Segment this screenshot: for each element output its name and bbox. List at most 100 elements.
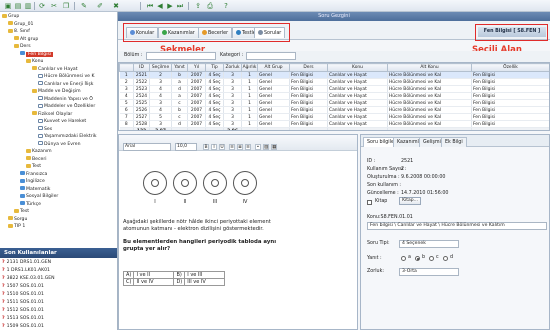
recent-item[interactable]: ? 1509 SOS.01.01 bbox=[2, 323, 44, 330]
tree-node[interactable]: 8. Sınıf bbox=[8, 28, 30, 35]
recent-item[interactable]: ? 3822 KSE.03.01.GEN bbox=[2, 275, 55, 283]
table-row[interactable]: 6 2526 4 b 2007 4 Seç 3 1 Genel Fen Bilgisi Canlıl… bbox=[119, 106, 549, 114]
tree-node[interactable]: Grup bbox=[2, 13, 19, 20]
tree-node[interactable]: Test bbox=[14, 208, 29, 215]
tree-node[interactable]: Kuvvet ve Hareket bbox=[38, 118, 86, 125]
tool-icon[interactable]: ✎ bbox=[80, 2, 88, 10]
column-header[interactable]: Seçilme bbox=[149, 63, 172, 72]
recent-item[interactable]: ? 1511 SOS.01.01 bbox=[2, 299, 44, 307]
copy-icon[interactable]: ❐ bbox=[62, 2, 70, 10]
yanit-radio-a[interactable] bbox=[401, 256, 406, 261]
list-icon[interactable]: • bbox=[255, 144, 261, 150]
yanit-radio-b[interactable] bbox=[415, 256, 420, 261]
previous-record-icon[interactable]: ◀ bbox=[156, 2, 164, 10]
save-icon[interactable]: ▥ bbox=[24, 2, 32, 10]
tree-node[interactable]: Hücre Bölünmesi ve K bbox=[38, 73, 94, 80]
tree-node[interactable]: Maddeler ve Özellikler bbox=[38, 103, 95, 110]
column-header[interactable]: Yanıt bbox=[171, 63, 188, 72]
next-record-icon[interactable]: ▶ bbox=[166, 2, 174, 10]
recent-item[interactable]: ? 2131 DRS1.01.GEN bbox=[2, 259, 51, 267]
table-row[interactable]: 3 2523 4 d 2007 4 Seç 3 1 Genel Fen Bilgisi Canlıl… bbox=[119, 85, 549, 93]
tree-node[interactable]: Beceri bbox=[26, 156, 47, 163]
cut-icon[interactable]: ✂ bbox=[50, 2, 58, 10]
column-header[interactable]: Zorluk bbox=[223, 63, 242, 72]
tree-node[interactable]: Ses bbox=[38, 126, 52, 133]
tree-node[interactable]: Canlılar ve Hayat bbox=[32, 66, 78, 73]
align-right-icon[interactable]: ≡ bbox=[245, 144, 251, 150]
print-icon[interactable]: ⎙ bbox=[206, 2, 214, 10]
tree-node-label: Konu bbox=[32, 59, 44, 64]
table-row[interactable]: 2 2522 3 a 2007 4 Seç 3 1 Genel Fen Bilgisi Canlıl… bbox=[119, 78, 549, 86]
filter-bar: Bölüm : Kategori : bbox=[118, 51, 550, 62]
tree-node[interactable]: Dünya ve Evren bbox=[38, 141, 81, 148]
align-left-icon[interactable]: ≡ bbox=[229, 144, 235, 150]
italic-icon[interactable]: I bbox=[211, 144, 217, 150]
tree-node[interactable]: Türkçe bbox=[20, 201, 41, 208]
tab-ek-bilgi[interactable]: Ek Bilgi bbox=[441, 137, 467, 147]
column-header[interactable]: Konu bbox=[327, 63, 388, 72]
refresh-icon[interactable]: ⟳ bbox=[38, 2, 46, 10]
font-size-select[interactable]: 10,0 bbox=[175, 143, 197, 151]
tree-node[interactable]: Kazanım bbox=[26, 148, 52, 155]
column-header[interactable] bbox=[119, 63, 134, 72]
underline-icon[interactable]: U bbox=[219, 144, 225, 150]
tree-node[interactable]: Fiziksel Olaylar bbox=[32, 111, 72, 118]
first-record-icon[interactable]: ⏮ bbox=[146, 2, 154, 10]
font-select[interactable]: Arial bbox=[123, 143, 171, 151]
column-header[interactable]: Yıl bbox=[187, 63, 206, 72]
tree-node[interactable]: Sorgu bbox=[8, 216, 27, 223]
tree-node[interactable]: İngilizce bbox=[20, 178, 45, 185]
table-row[interactable]: 8 2528 3 d 2007 4 Seç 3 1 Genel Fen Bilgisi Canlıl… bbox=[119, 120, 549, 128]
table-row[interactable]: 4 2524 4 a 2007 4 Seç 3 1 Genel Fen Bilgisi Canlıl… bbox=[119, 92, 549, 100]
recent-item[interactable]: ? 1507 SOS.01.01 bbox=[2, 283, 44, 291]
kitap-checkbox[interactable] bbox=[367, 200, 372, 205]
yanit-radio-d[interactable] bbox=[443, 256, 448, 261]
column-header[interactable]: Ders bbox=[289, 63, 328, 72]
tree-node[interactable]: TIP 1 bbox=[8, 223, 25, 230]
bold-icon[interactable]: B bbox=[203, 144, 209, 150]
delete-icon[interactable]: ✖ bbox=[112, 2, 120, 10]
zorluk-select[interactable]: 3-Orta bbox=[399, 268, 459, 276]
tree-node[interactable]: Grup_01 bbox=[8, 21, 33, 28]
tree-node[interactable]: Test bbox=[26, 163, 41, 170]
column-header[interactable]: Ağırlık bbox=[241, 63, 258, 72]
column-header[interactable]: Özellik bbox=[471, 63, 549, 72]
export-icon[interactable]: ⇪ bbox=[194, 2, 202, 10]
tree-node[interactable]: Yaşamımızdaki Elektrik bbox=[38, 133, 97, 140]
yanit-radio-c[interactable] bbox=[429, 256, 434, 261]
tree-node[interactable]: Fransızca bbox=[20, 171, 47, 178]
recent-item[interactable]: ? 1513 SOS.01.01 bbox=[2, 315, 44, 323]
image-icon[interactable]: ▨ bbox=[263, 144, 269, 150]
tree-node[interactable]: Maddenin Yapısı ve Ö bbox=[38, 96, 93, 103]
table-row[interactable]: 7 2527 5 c 2007 4 Seç 3 1 Genel Fen Bilgisi Canlıl… bbox=[119, 113, 549, 121]
column-header[interactable]: Tip bbox=[205, 63, 224, 72]
column-header[interactable]: Alt Konu bbox=[387, 63, 472, 72]
tree-node[interactable]: Fen Bilgisi bbox=[20, 51, 54, 58]
align-center-icon[interactable]: ≣ bbox=[237, 144, 243, 150]
tree-node[interactable]: Canlılar ve Enerji İlişk bbox=[38, 81, 93, 88]
tree-node[interactable]: Ders bbox=[14, 43, 31, 50]
recent-item[interactable]: ? 1 DRS1.LK01.AK01 bbox=[2, 267, 50, 275]
open-icon[interactable]: ▤ bbox=[14, 2, 22, 10]
konu-select[interactable]: Fen bilgisi \ Canlılar ve Hayat \ Hücre … bbox=[367, 222, 547, 230]
edit-icon[interactable]: ✐ bbox=[96, 2, 104, 10]
tree-node[interactable]: Alt grup bbox=[14, 36, 38, 43]
table-icon[interactable]: ▦ bbox=[271, 144, 277, 150]
new-icon[interactable]: ▣ bbox=[4, 2, 12, 10]
kategori-select[interactable] bbox=[246, 52, 296, 60]
table-row[interactable]: 5 2525 3 c 2007 4 Seç 3 1 Genel Fen Bilgisi Canlıl… bbox=[119, 99, 549, 107]
help-icon[interactable]: ? bbox=[222, 2, 230, 10]
recent-item[interactable]: ? 1512 SOS.01.01 bbox=[2, 307, 44, 315]
column-header[interactable]: Alt Grup bbox=[257, 63, 290, 72]
soru-tipi-select[interactable]: 4 Seçenek bbox=[399, 240, 459, 248]
kitap-button[interactable]: Kitap... bbox=[399, 197, 421, 205]
last-record-icon[interactable]: ⏭ bbox=[176, 2, 184, 10]
bolum-select[interactable] bbox=[146, 52, 216, 60]
tree-node[interactable]: Sosyal Bilgiler bbox=[20, 193, 58, 200]
recent-item[interactable]: ? 1510 SOS.01.01 bbox=[2, 291, 44, 299]
column-header[interactable]: ID bbox=[133, 63, 150, 72]
tree-node[interactable]: Madde ve Değişim bbox=[32, 88, 81, 95]
tree-node[interactable]: Konu bbox=[26, 58, 43, 65]
tree-node[interactable]: Matematik bbox=[20, 186, 50, 193]
table-row[interactable]: 1 2521 2 b 2007 4 Seç 3 1 Genel Fen Bilgisi Canlıl… bbox=[119, 71, 549, 79]
